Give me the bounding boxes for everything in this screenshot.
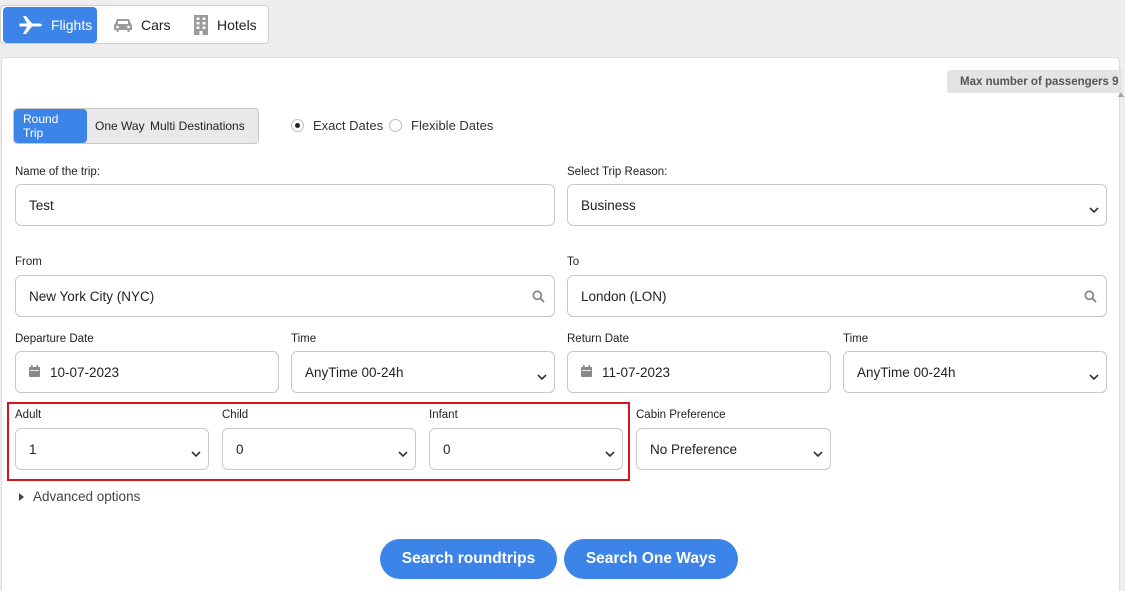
chevron-down-icon — [537, 369, 547, 384]
tab-label: Flights — [51, 16, 93, 33]
departure-date-label: Departure Date — [15, 333, 94, 345]
departure-date-value: 10-07-2023 — [50, 364, 120, 380]
calendar-icon — [29, 364, 40, 380]
trip-reason-value: Business — [581, 197, 636, 213]
tab-flights[interactable]: Flights — [3, 6, 97, 43]
child-select[interactable]: 0 — [222, 428, 416, 470]
cabin-preference-label: Cabin Preference — [636, 409, 726, 421]
search-icon[interactable] — [532, 290, 545, 306]
triangle-right-icon — [19, 492, 24, 501]
from-label: From — [15, 256, 42, 268]
child-label: Child — [222, 409, 249, 421]
tab-cars[interactable]: Cars — [97, 7, 179, 43]
trip-name-input[interactable] — [29, 197, 554, 213]
chevron-down-icon — [1089, 369, 1099, 384]
chevron-down-icon — [605, 446, 615, 461]
return-date-label: Return Date — [567, 333, 630, 345]
tab-label: Hotels — [217, 16, 257, 33]
adult-value: 1 — [29, 441, 37, 457]
to-field[interactable] — [567, 275, 1107, 317]
infant-select[interactable]: 0 — [429, 428, 623, 470]
infant-label: Infant — [429, 409, 458, 421]
from-field[interactable] — [15, 275, 555, 317]
to-label: To — [567, 256, 580, 268]
tab-label: Cars — [141, 16, 171, 33]
departure-time-select[interactable]: AnyTime 00-24h — [291, 351, 555, 393]
return-time-label: Time — [843, 333, 869, 345]
search-one-ways-button[interactable]: Search One Ways — [564, 539, 738, 579]
return-time-value: AnyTime 00-24h — [857, 364, 956, 380]
plane-icon — [19, 15, 43, 35]
advanced-options-toggle[interactable]: Advanced options — [19, 489, 140, 504]
flexible-dates-option[interactable]: Flexible Dates — [389, 118, 493, 133]
calendar-icon — [581, 364, 592, 380]
search-roundtrips-button[interactable]: Search roundtrips — [380, 539, 557, 579]
search-type-tabs: Flights Cars Hotels — [0, 5, 269, 44]
return-date-value: 11-07-2023 — [602, 364, 671, 380]
return-time-select[interactable]: AnyTime 00-24h — [843, 351, 1107, 393]
cabin-preference-select[interactable]: No Preference — [636, 428, 831, 470]
infant-value: 0 — [443, 441, 451, 457]
flexible-dates-label: Flexible Dates — [411, 118, 494, 133]
trip-name-label: Name of the trip: — [15, 166, 101, 178]
max-passengers-badge: Max number of passengers 9 — [947, 70, 1122, 93]
child-value: 0 — [236, 441, 244, 457]
trip-reason-select[interactable]: Business — [567, 184, 1107, 226]
trip-type-one-way[interactable]: One Way — [87, 109, 150, 143]
chevron-down-icon — [1089, 202, 1099, 217]
tab-hotels[interactable]: Hotels — [179, 7, 257, 43]
search-icon[interactable] — [1084, 290, 1097, 306]
building-icon — [193, 14, 209, 35]
chevron-down-icon — [813, 446, 823, 461]
flexible-dates-radio[interactable] — [389, 119, 402, 132]
return-date-field[interactable]: 11-07-2023 — [567, 351, 831, 393]
departure-date-field[interactable]: 10-07-2023 — [15, 351, 279, 393]
trip-type-multi-destinations[interactable]: Multi Destinations — [150, 109, 245, 143]
trip-reason-label: Select Trip Reason: — [567, 166, 668, 178]
cabin-preference-value: No Preference — [650, 441, 738, 457]
exact-dates-radio[interactable] — [291, 119, 304, 132]
from-input[interactable] — [29, 288, 554, 304]
chevron-down-icon — [191, 446, 201, 461]
adult-label: Adult — [15, 409, 42, 421]
to-input[interactable] — [581, 288, 1106, 304]
departure-time-value: AnyTime 00-24h — [305, 364, 404, 380]
car-icon — [113, 17, 133, 33]
chevron-down-icon — [398, 446, 408, 461]
trip-name-field[interactable] — [15, 184, 555, 226]
exact-dates-option[interactable]: Exact Dates — [291, 118, 383, 133]
advanced-options-label: Advanced options — [33, 489, 141, 504]
trip-type-selector: Round Trip One Way Multi Destinations — [13, 108, 259, 144]
exact-dates-label: Exact Dates — [313, 118, 384, 133]
departure-time-label: Time — [291, 333, 317, 345]
adult-select[interactable]: 1 — [15, 428, 209, 470]
trip-type-round-trip[interactable]: Round Trip — [14, 109, 87, 143]
